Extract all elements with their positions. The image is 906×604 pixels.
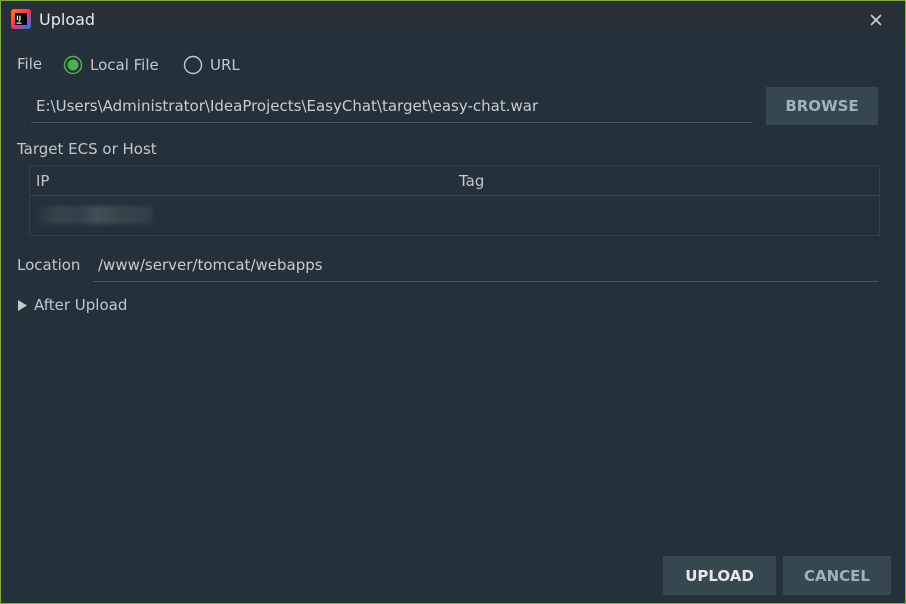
svg-text:IJ: IJ: [16, 14, 21, 22]
upload-button[interactable]: UPLOAD: [663, 556, 776, 595]
close-icon[interactable]: [865, 9, 887, 31]
upload-dialog: IJ Upload File Local File URL E:\Users\A…: [0, 0, 906, 604]
triangle-right-icon: [18, 300, 27, 311]
file-path-value: E:\Users\Administrator\IdeaProjects\Easy…: [36, 97, 539, 115]
table-row[interactable]: [30, 196, 879, 235]
table-header: IP Tag: [30, 166, 879, 196]
radio-local-file[interactable]: [63, 55, 83, 75]
column-tag[interactable]: Tag: [459, 172, 484, 190]
location-label: Location: [17, 256, 81, 274]
location-value: /www/server/tomcat/webapps: [98, 256, 323, 274]
local-file-label[interactable]: Local File: [90, 56, 159, 74]
column-ip[interactable]: IP: [36, 172, 49, 190]
location-input[interactable]: /www/server/tomcat/webapps: [93, 247, 878, 282]
target-table: IP Tag: [29, 165, 880, 236]
redacted-ip: [40, 206, 152, 224]
url-label[interactable]: URL: [210, 56, 240, 74]
title-bar[interactable]: IJ Upload: [1, 1, 905, 37]
intellij-app-icon: IJ: [11, 9, 31, 29]
file-label: File: [17, 55, 43, 73]
file-path-input[interactable]: E:\Users\Administrator\IdeaProjects\Easy…: [31, 88, 752, 123]
after-upload-label: After Upload: [34, 296, 128, 314]
cancel-button[interactable]: CANCEL: [783, 556, 891, 595]
target-label: Target ECS or Host: [17, 140, 157, 158]
radio-url[interactable]: [183, 55, 203, 75]
browse-button[interactable]: BROWSE: [766, 87, 878, 125]
window-title: Upload: [39, 10, 96, 29]
